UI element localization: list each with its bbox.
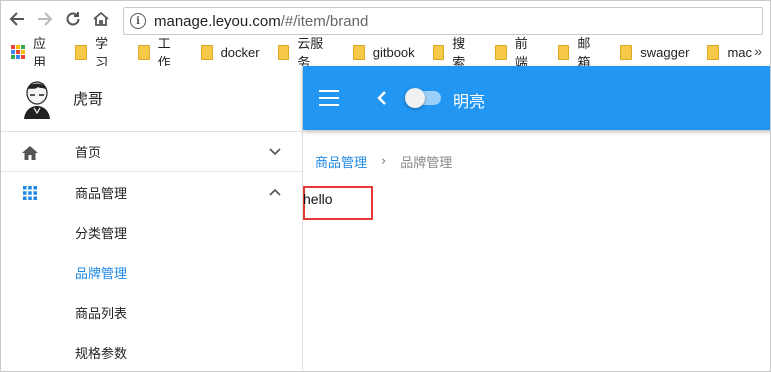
sidebar-subitem-category[interactable]: 分类管理: [1, 212, 302, 252]
breadcrumb-separator: ›: [381, 154, 387, 169]
sidebar-subitem-label: 品牌管理: [75, 266, 128, 282]
folder-icon: [75, 44, 88, 60]
sidebar-subitem-label: 商品列表: [75, 306, 128, 322]
theme-toggle[interactable]: [405, 88, 441, 108]
user-profile[interactable]: 虎哥: [1, 66, 302, 132]
site-info-icon[interactable]: i: [130, 13, 146, 29]
breadcrumb-parent-link[interactable]: 商品管理: [315, 152, 367, 171]
bookmark-label: mac: [727, 44, 752, 60]
sidebar-subitem-label: 分类管理: [75, 226, 128, 242]
back-arrow-icon[interactable]: [5, 7, 29, 31]
sidebar-item-label: 首页: [75, 146, 102, 161]
breadcrumb-current: 品牌管理: [400, 156, 453, 171]
browser-toolbar: i manage.leyou.com/#/item/brand: [1, 1, 770, 37]
home-page-icon[interactable]: [89, 7, 113, 31]
sidebar-subitem-product-list[interactable]: 商品列表: [1, 292, 302, 332]
sidebar-subitem-brand[interactable]: 品牌管理: [1, 252, 302, 292]
sidebar: 虎哥 首页 商品管理 分类管理 品牌管理 商品列表 规格参数: [1, 66, 303, 371]
folder-icon: [495, 44, 507, 60]
avatar: [24, 80, 50, 119]
chevron-up-icon: [269, 188, 281, 196]
sidebar-subitem-spec-params[interactable]: 规格参数: [1, 332, 302, 371]
bookmark-label: swagger: [640, 44, 690, 60]
apps-icon: [23, 186, 37, 200]
sidebar-item-home[interactable]: 首页: [1, 132, 302, 172]
bookmarks-overflow-icon[interactable]: »: [754, 43, 762, 59]
sidebar-item-product-management[interactable]: 商品管理: [1, 172, 302, 212]
bookmark-folder[interactable]: mac: [707, 44, 752, 60]
folder-icon: [352, 44, 365, 60]
url-host: manage.leyou.com: [154, 12, 281, 30]
bookmark-folder[interactable]: docker: [200, 44, 260, 60]
folder-icon: [707, 44, 720, 60]
reload-icon[interactable]: [61, 7, 85, 31]
breadcrumb: 商品管理 › 品牌管理: [315, 152, 452, 171]
app-root: 虎哥 首页 商品管理 分类管理 品牌管理 商品列表 规格参数 明亮 商品管理 ›…: [1, 66, 770, 371]
menu-icon[interactable]: [319, 90, 339, 106]
chevron-left-icon[interactable]: [375, 90, 389, 106]
folder-icon: [620, 44, 633, 60]
user-name: 虎哥: [73, 90, 104, 108]
bookmark-folder[interactable]: gitbook: [352, 44, 415, 60]
bookmark-label: docker: [220, 44, 260, 60]
address-bar[interactable]: i manage.leyou.com/#/item/brand: [123, 7, 763, 35]
bookmark-label: gitbook: [372, 44, 415, 60]
bookmark-folder[interactable]: swagger: [620, 44, 690, 60]
url-path: /#/item/brand: [280, 12, 369, 30]
bookmarks-bar: 应用 学习 工作 docker 云服务 gitbook 搜索 前端 邮箱 swagger mac»: [1, 36, 770, 70]
address-url: manage.leyou.com/#/item/brand: [154, 13, 368, 30]
folder-icon: [200, 44, 213, 60]
apps-grid-icon: [11, 45, 25, 59]
page-body-text: hello: [303, 191, 333, 207]
forward-arrow-icon[interactable]: [33, 7, 57, 31]
home-icon: [22, 146, 38, 160]
toggle-thumb: [405, 88, 425, 108]
chevron-down-icon: [269, 148, 281, 156]
folder-icon: [432, 44, 445, 60]
main-content: 明亮 商品管理 › 品牌管理 hello: [303, 66, 770, 371]
folder-icon: [138, 44, 150, 60]
browser-window: i manage.leyou.com/#/item/brand 应用 学习 工作 do…: [0, 0, 771, 372]
app-header: 明亮: [303, 66, 770, 130]
sidebar-item-label: 商品管理: [75, 186, 128, 202]
sidebar-subitem-label: 规格参数: [75, 346, 128, 362]
folder-icon: [277, 44, 290, 60]
theme-toggle-label: 明亮: [453, 92, 486, 111]
folder-icon: [557, 44, 570, 60]
